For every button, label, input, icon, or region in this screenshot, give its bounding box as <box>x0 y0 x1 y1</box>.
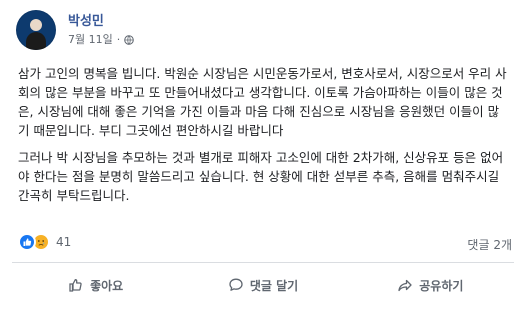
reaction-summary[interactable]: 41 <box>18 233 71 251</box>
post-body: 삼가 고인의 명복을 빕니다. 박원순 시장님은 시민운동가로서, 변호사로서,… <box>18 64 508 213</box>
post-date[interactable]: 7월 11일 <box>68 33 113 47</box>
reaction-count: 41 <box>56 235 72 249</box>
separator: · <box>116 33 121 46</box>
post-paragraph-1: 삼가 고인의 명복을 빕니다. 박원순 시장님은 시민운동가로서, 변호사로서,… <box>18 66 507 138</box>
facebook-post-card: 박성민 7월 11일 · 삼가 고인의 명복을 빕니다. 박원순 시장님은 시민… <box>0 0 526 309</box>
comment-icon <box>229 278 243 291</box>
comment-button[interactable]: 댓글 달기 <box>179 265 346 305</box>
divider <box>12 262 514 263</box>
action-bar: 좋아요 댓글 달기 공유하기 <box>12 265 514 305</box>
post-header: 박성민 7월 11일 · <box>16 10 135 50</box>
like-label: 좋아요 <box>90 278 124 293</box>
share-label: 공유하기 <box>419 278 464 293</box>
post-subline: 7월 11일 · <box>68 33 135 47</box>
post-paragraph-2: 그러나 박 시장님을 추모하는 것과 별개로 피해자 고소인에 대한 2차가해,… <box>18 150 504 203</box>
globe-icon <box>124 35 135 45</box>
comment-label: 댓글 달기 <box>249 278 299 293</box>
thumbs-up-icon <box>69 279 82 292</box>
share-button[interactable]: 공유하기 <box>347 265 514 305</box>
like-button[interactable]: 좋아요 <box>12 265 179 305</box>
share-arrow-icon <box>398 279 412 292</box>
like-reaction-icon <box>18 233 36 251</box>
comment-count-link[interactable]: 댓글 2개 <box>467 236 512 253</box>
post-meta: 박성민 7월 11일 · <box>68 13 135 47</box>
author-avatar[interactable] <box>16 10 56 50</box>
author-name[interactable]: 박성민 <box>68 13 134 30</box>
